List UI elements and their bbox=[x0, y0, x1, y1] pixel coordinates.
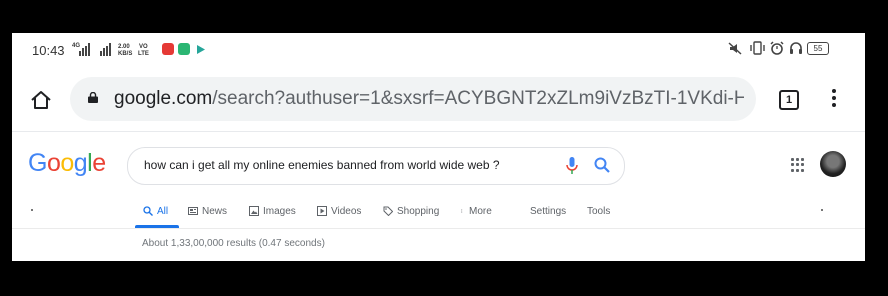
url-domain: google.com bbox=[114, 88, 213, 109]
data-speed-value: 2.00 bbox=[118, 44, 130, 50]
phone-screen: 10:43 4G 2.00 KB/S VO LTE 55 google.com/… bbox=[12, 33, 865, 261]
lock-icon bbox=[88, 92, 98, 103]
logo-letter: o bbox=[46, 149, 61, 177]
play-icon bbox=[317, 206, 327, 216]
alarm-icon bbox=[770, 41, 784, 55]
tab-news-label: News bbox=[202, 205, 228, 217]
result-stats: About 1,33,00,000 results (0.47 seconds) bbox=[142, 238, 325, 249]
status-time: 10:43 bbox=[32, 43, 65, 58]
signal-icon-2 bbox=[100, 43, 111, 56]
url-text[interactable]: google.com/search?authuser=1&sxsrf=ACYBG… bbox=[114, 88, 744, 110]
search-icon[interactable] bbox=[594, 157, 610, 173]
tab-shopping[interactable]: Shopping bbox=[383, 204, 439, 218]
microphone-icon[interactable] bbox=[566, 157, 578, 175]
headphones-icon bbox=[790, 42, 802, 54]
overflow-menu-icon[interactable] bbox=[832, 89, 836, 110]
tab-images-label: Images bbox=[263, 205, 296, 217]
url-path: /search?authuser=1&sxsrf=ACYBGNT2xZLm9iV… bbox=[212, 88, 744, 109]
logo-letter: g bbox=[73, 149, 88, 177]
google-logo[interactable]: Google bbox=[28, 149, 106, 178]
tab-videos-label: Videos bbox=[331, 205, 362, 217]
tab-settings-label: Settings bbox=[530, 205, 567, 217]
apps-grid-icon[interactable] bbox=[791, 158, 805, 172]
tab-tools[interactable]: Tools bbox=[587, 204, 610, 218]
tab-more-label: More bbox=[469, 205, 492, 217]
battery-icon: 55 bbox=[807, 42, 829, 55]
address-bar[interactable]: google.com/search?authuser=1&sxsrf=ACYBG… bbox=[70, 77, 756, 121]
whatsapp-icon bbox=[178, 43, 190, 55]
logo-letter: o bbox=[60, 149, 74, 177]
signal-icon bbox=[79, 43, 90, 56]
tab-more[interactable]: More bbox=[461, 204, 492, 218]
search-box[interactable]: how can i get all my online enemies bann… bbox=[127, 147, 625, 185]
tab-videos[interactable]: Videos bbox=[317, 204, 361, 218]
tab-all[interactable]: All bbox=[143, 204, 168, 218]
search-icon bbox=[143, 206, 153, 216]
tab-switcher-button[interactable]: 1 bbox=[779, 90, 799, 110]
tab-shopping-label: Shopping bbox=[397, 205, 440, 217]
home-icon[interactable] bbox=[30, 89, 52, 111]
volte-top: VO bbox=[139, 44, 148, 50]
toolbar-divider bbox=[12, 131, 865, 132]
decorative-dot bbox=[821, 209, 823, 211]
vibrate-icon bbox=[750, 41, 765, 55]
tab-news[interactable]: News bbox=[188, 204, 227, 218]
status-bar: 10:43 4G 2.00 KB/S VO LTE 55 bbox=[12, 33, 865, 67]
news-icon bbox=[188, 207, 198, 215]
decorative-dot bbox=[31, 209, 33, 211]
search-query[interactable]: how can i get all my online enemies bann… bbox=[144, 158, 500, 172]
play-store-icon bbox=[197, 45, 205, 54]
data-speed-unit: KB/S bbox=[118, 51, 133, 57]
tab-tools-label: Tools bbox=[587, 205, 611, 217]
avatar[interactable] bbox=[820, 151, 846, 177]
notification-app-icon bbox=[162, 43, 174, 55]
volte-bottom: LTE bbox=[138, 51, 149, 57]
tab-settings[interactable]: Settings bbox=[530, 204, 566, 218]
tag-icon bbox=[383, 206, 393, 216]
tabs-divider bbox=[12, 228, 865, 229]
more-vertical-icon bbox=[461, 209, 463, 213]
tab-images[interactable]: Images bbox=[249, 204, 296, 218]
tab-all-label: All bbox=[157, 205, 169, 217]
logo-letter: e bbox=[92, 149, 106, 177]
mute-icon bbox=[728, 42, 742, 55]
image-icon bbox=[249, 206, 259, 216]
logo-letter: G bbox=[28, 149, 47, 177]
